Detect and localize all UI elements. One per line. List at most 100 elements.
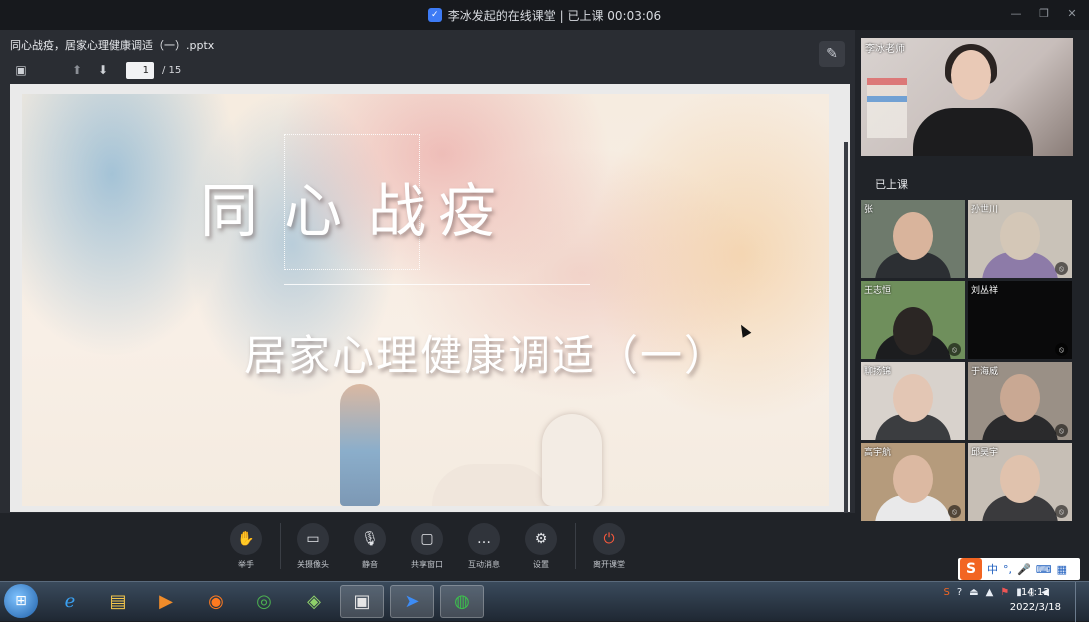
mute-label: 静音 [362, 560, 378, 569]
previous-page-icon[interactable]: ⬆ [68, 61, 86, 79]
minimize-icon[interactable]: — [1009, 7, 1023, 20]
internet-explorer-icon[interactable]: ℯ [48, 585, 92, 618]
classroom-app: ✓ 李冰发起的在线课堂 | 已上课 00:03:06 — ❐ ✕ 同心战疫，居家… [0, 0, 1089, 581]
illustration-swan-back [432, 464, 552, 506]
student-tile[interactable]: 孙世川 ⦸ [968, 200, 1072, 278]
page-number-input[interactable]: 1 [126, 61, 154, 79]
next-page-icon[interactable]: ⬇ [94, 61, 112, 79]
ime-punct[interactable]: °, [1003, 563, 1012, 576]
ime-toolbar[interactable]: S 中 °, 🎤 ⌨ ▦ [958, 558, 1080, 580]
slide-title-part2: 心 [284, 177, 355, 245]
teacher-face [951, 50, 991, 100]
presentation-slide: 同心战疫 居家心理健康调适（一） [22, 94, 829, 506]
window-title: 李冰发起的在线课堂 | 已上课 00:03:06 [447, 8, 662, 23]
start-button[interactable]: ⊞ [4, 584, 38, 618]
taskbar: ⊞ ℯ ▤ ▶ ◉ ◎ ◈ ▣ ➤ ◍ S ? ⏏ ▲ ⚑ ▮ ▯ ◀ 14:1… [0, 581, 1089, 622]
student-name: 孙世川 [971, 205, 999, 215]
wechat-icon[interactable]: ◍ [440, 585, 484, 618]
student-name: 王志恒 [864, 286, 892, 296]
student-name: 高宇航 [864, 448, 892, 458]
participants-panel: 李冰老师 已上课 张 孙世川 ⦸ 王志恒 ⦸ 刘丛祥 ⦸ 聊扬锦 于海威 ⦸ 高… [855, 30, 1089, 581]
student-tile[interactable]: 高宇航 ⦸ [861, 443, 965, 521]
keyboard-icon[interactable]: ⌨ [1036, 563, 1052, 576]
muted-mic-icon: ⦸ [1055, 343, 1068, 356]
sogou-tray-icon[interactable]: S [943, 587, 949, 598]
clock[interactable]: 14:12 2022/3/18 [1010, 585, 1061, 615]
microphone-icon: 🎙 [354, 523, 386, 555]
illustration-swan [542, 414, 602, 506]
control-divider [575, 523, 576, 569]
muted-mic-icon: ⦸ [948, 505, 961, 518]
help-icon[interactable]: ? [957, 587, 962, 598]
clock-time: 14:12 [1020, 587, 1050, 598]
title-bar: ✓ 李冰发起的在线课堂 | 已上课 00:03:06 — ❐ ✕ [0, 0, 1089, 30]
usb-icon[interactable]: ⏏ [969, 587, 978, 598]
raise-hand-label: 举手 [238, 560, 254, 569]
slide-title-part1: 同 [200, 177, 271, 245]
file-explorer-icon[interactable]: ▤ [96, 585, 140, 618]
student-face [893, 455, 933, 503]
sidebar-toggle-icon[interactable]: ▣ [12, 61, 30, 79]
background-shelf [867, 78, 907, 138]
teacher-name: 李冰老师 [865, 44, 905, 55]
messages-button[interactable]: … 互动消息 [458, 523, 510, 570]
student-name: 聊扬锦 [864, 367, 892, 377]
mute-button[interactable]: 🎙 静音 [344, 523, 396, 570]
firefox-icon[interactable]: ◉ [194, 585, 238, 618]
teacher-video[interactable]: 李冰老师 [861, 38, 1073, 156]
muted-mic-icon: ⦸ [1055, 424, 1068, 437]
flag-icon[interactable]: ⚑ [1000, 587, 1009, 598]
ime-mode[interactable]: 中 [987, 561, 998, 577]
student-face [1000, 374, 1040, 422]
close-icon[interactable]: ✕ [1065, 7, 1079, 20]
camera-button[interactable]: ▭ 关摄像头 [287, 523, 339, 570]
student-tile[interactable]: 刘丛祥 ⦸ [968, 281, 1072, 359]
share-window-label: 共享窗口 [411, 560, 443, 569]
toolbox-icon[interactable]: ▦ [1057, 563, 1067, 576]
student-face [1000, 455, 1040, 503]
document-filename: 同心战疫，居家心理健康调适（一）.pptx [10, 39, 215, 52]
show-desktop-button[interactable] [1075, 582, 1089, 622]
student-tile[interactable]: 王志恒 ⦸ [861, 281, 965, 359]
title-wrap: ✓ 李冰发起的在线课堂 | 已上课 00:03:06 [427, 7, 662, 24]
slide-scrollbar[interactable] [844, 142, 848, 562]
dingtalk-icon[interactable]: ➤ [390, 585, 434, 618]
student-name: 张 [864, 205, 874, 215]
mouse-cursor-icon [736, 322, 752, 338]
student-tile[interactable]: 张 [861, 200, 965, 278]
slide-subtitle: 居家心理健康调适（一） [244, 331, 729, 380]
window-controls: — ❐ ✕ [1009, 7, 1079, 20]
settings-button[interactable]: ⚙ 设置 [515, 523, 567, 570]
class-status: 已上课 [875, 178, 908, 191]
student-name: 刘丛祥 [971, 286, 999, 296]
leave-class-label: 离开课堂 [593, 560, 625, 569]
sogou-icon: S [960, 558, 982, 580]
windows-logo-icon: ⊞ [15, 593, 27, 609]
document-panel: 同心战疫，居家心理健康调适（一）.pptx ✎ ▣ ⬆ ⬇ 1 / 15 同心战… [0, 30, 855, 562]
student-face [893, 212, 933, 260]
student-tile[interactable]: 聊扬锦 [861, 362, 965, 440]
student-tile[interactable]: 邱昊宇 ⦸ [968, 443, 1072, 521]
student-tile[interactable]: 于海威 ⦸ [968, 362, 1072, 440]
leave-class-button[interactable]: ⏻ 离开课堂 [583, 523, 635, 570]
voice-input-icon[interactable]: 🎤 [1017, 563, 1031, 576]
slide-title: 同心战疫 [200, 164, 508, 248]
chrome-icon[interactable]: ◎ [242, 585, 286, 618]
teacher-body [913, 108, 1033, 156]
photo-viewer-icon[interactable]: ◈ [292, 585, 336, 618]
messages-label: 互动消息 [468, 560, 500, 569]
hand-icon: ✋ [230, 523, 262, 555]
muted-mic-icon: ⦸ [1055, 505, 1068, 518]
settings-label: 设置 [533, 560, 549, 569]
show-hidden-icons-icon[interactable]: ▲ [986, 587, 994, 598]
raise-hand-button[interactable]: ✋ 举手 [220, 523, 272, 570]
restore-icon[interactable]: ❐ [1037, 7, 1051, 20]
title-divider [284, 284, 590, 285]
student-face [893, 307, 933, 355]
media-player-icon[interactable]: ▶ [144, 585, 188, 618]
presentation-app-icon[interactable]: ▣ [340, 585, 384, 618]
gear-icon: ⚙ [525, 523, 557, 555]
control-bar: ✋ 举手 ▭ 关摄像头 🎙 静音 ▢ 共享窗口 … 互动消息 ⚙ 设置 ⏻ 离开… [0, 513, 855, 581]
clock-date: 2022/3/18 [1009, 602, 1061, 613]
share-window-button[interactable]: ▢ 共享窗口 [401, 523, 453, 570]
